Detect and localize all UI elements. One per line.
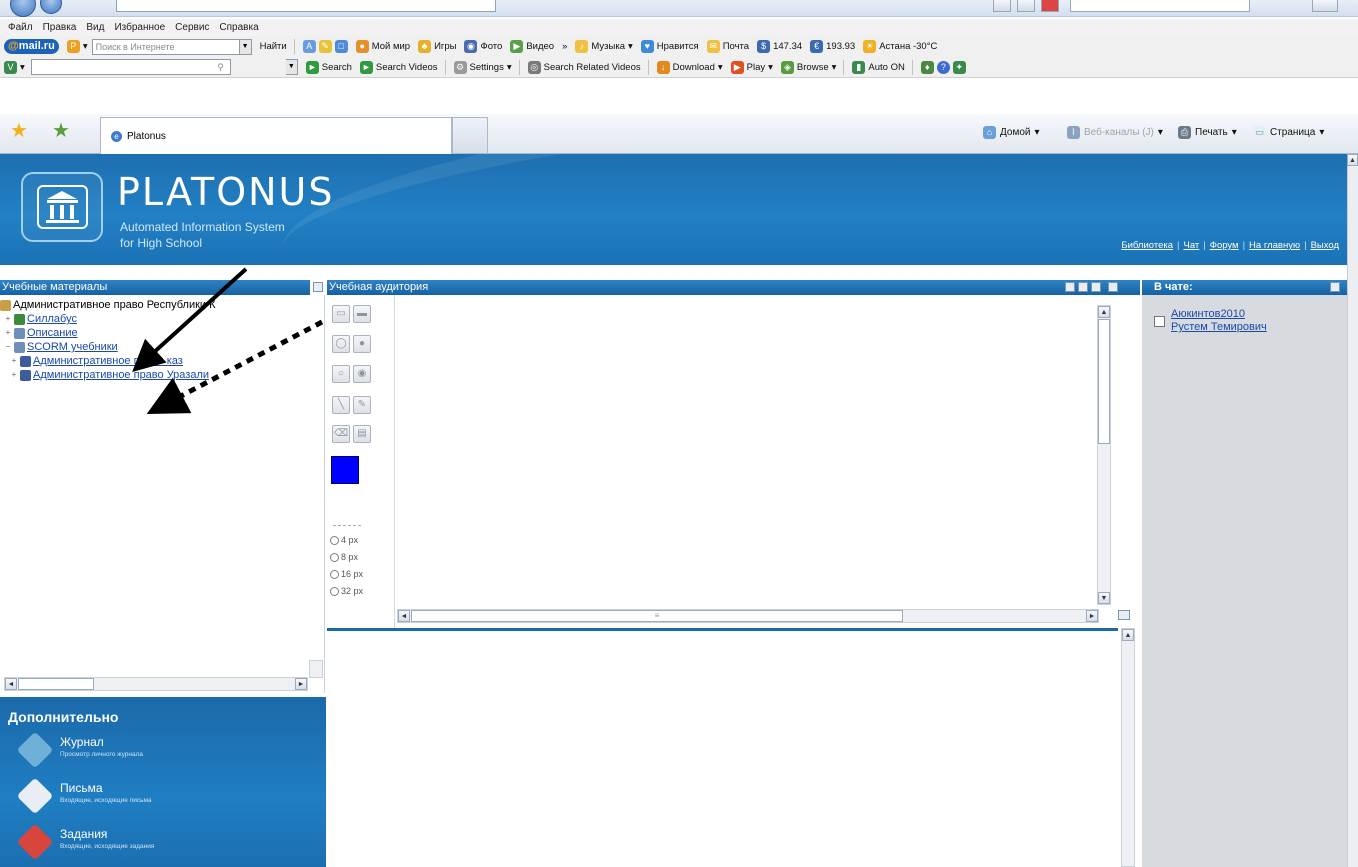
filled-rect-tool-icon[interactable]: ▬ xyxy=(353,305,371,323)
chat-user-name[interactable]: Аюкинтов2010 xyxy=(1171,308,1267,321)
extra-panel: Дополнительно Журнал Просмотр личного жур… xyxy=(0,697,326,867)
pen-size-8[interactable]: 8 px xyxy=(330,552,358,562)
extra-item[interactable]: Задания Входящие, исходящие задания xyxy=(16,823,155,861)
scroll-down-icon[interactable]: ▼ xyxy=(1098,592,1110,604)
journal-icon xyxy=(16,731,54,769)
extra-item[interactable]: Письма Входящие, исходящие письма xyxy=(16,777,152,815)
chat-user-checkbox[interactable] xyxy=(1154,316,1165,327)
drawing-toolbox: ▭ ▬ ◯ ● ○ ◉ ╲ ✎ ⌫ ▤ 4 px 8 px 16 px 32 p… xyxy=(327,295,395,628)
extra-item-label: Журнал xyxy=(60,735,104,749)
line-tool-icon[interactable]: ╲ xyxy=(332,396,350,414)
scroll-up-icon[interactable]: ▲ xyxy=(1122,629,1134,641)
extra-item-sub: Входящие, исходящие письма xyxy=(60,797,152,804)
text-tool-icon[interactable]: ▤ xyxy=(353,425,371,443)
extra-item-label: Письма xyxy=(60,781,103,795)
whiteboard-hscroll-thumb[interactable]: ≡ xyxy=(411,610,903,622)
whiteboard-resize-icon[interactable] xyxy=(1118,610,1130,620)
whiteboard-vscroll-thumb[interactable] xyxy=(1098,319,1110,444)
page-vscroll[interactable]: ▲ xyxy=(1347,154,1358,867)
chat-user-fullname[interactable]: Рустем Темирович xyxy=(1171,321,1267,334)
extra-item-sub: Входящие, исходящие задания xyxy=(60,843,155,850)
tasks-icon xyxy=(16,823,54,861)
chat-panel: Аюкинтов2010 Рустем Темирович xyxy=(1142,295,1347,867)
letters-icon xyxy=(16,777,54,815)
brush-color-swatch[interactable] xyxy=(331,456,359,484)
whiteboard-hscroll[interactable]: ◄ ≡ ► xyxy=(397,609,1099,623)
filled-ellipse-tool-icon[interactable]: ● xyxy=(353,335,371,353)
pen-size-4[interactable]: 4 px xyxy=(330,535,358,545)
whiteboard-vscroll[interactable]: ▲ ▼ xyxy=(1097,305,1111,605)
lower-vscroll[interactable]: ▲ xyxy=(1121,628,1135,867)
pencil-tool-icon[interactable]: ✎ xyxy=(353,396,371,414)
scroll-left-icon[interactable]: ◄ xyxy=(398,610,410,622)
screen: Файл Правка Вид Избранное Сервис Справка… xyxy=(0,0,1358,867)
scroll-up-icon[interactable]: ▲ xyxy=(1347,154,1358,166)
chat-user: Аюкинтов2010 Рустем Темирович xyxy=(1154,308,1267,334)
chat-messages-area[interactable] xyxy=(327,628,1118,867)
arrow-solid xyxy=(132,267,248,373)
eraser-tool-icon[interactable]: ⌫ xyxy=(332,425,350,443)
extra-title: Дополнительно xyxy=(8,709,119,725)
extra-item-sub: Просмотр личного журнала xyxy=(60,751,143,758)
pen-size-32[interactable]: 32 px xyxy=(330,586,363,596)
arrow-dotted xyxy=(146,319,324,414)
filled-circle-tool-icon[interactable]: ◉ xyxy=(353,365,371,383)
scroll-up-icon[interactable]: ▲ xyxy=(1098,306,1110,318)
extra-item[interactable]: Журнал Просмотр личного журнала xyxy=(16,731,143,769)
circle-tool-icon[interactable]: ○ xyxy=(332,365,350,383)
whiteboard[interactable]: ▭ ▬ ◯ ● ○ ◉ ╲ ✎ ⌫ ▤ 4 px 8 px 16 px 32 p… xyxy=(327,295,1130,628)
scroll-right-icon[interactable]: ► xyxy=(1086,610,1098,622)
pen-size-16[interactable]: 16 px xyxy=(330,569,363,579)
extra-item-label: Задания xyxy=(60,827,108,841)
ellipse-tool-icon[interactable]: ◯ xyxy=(332,335,350,353)
rect-tool-icon[interactable]: ▭ xyxy=(332,305,350,323)
